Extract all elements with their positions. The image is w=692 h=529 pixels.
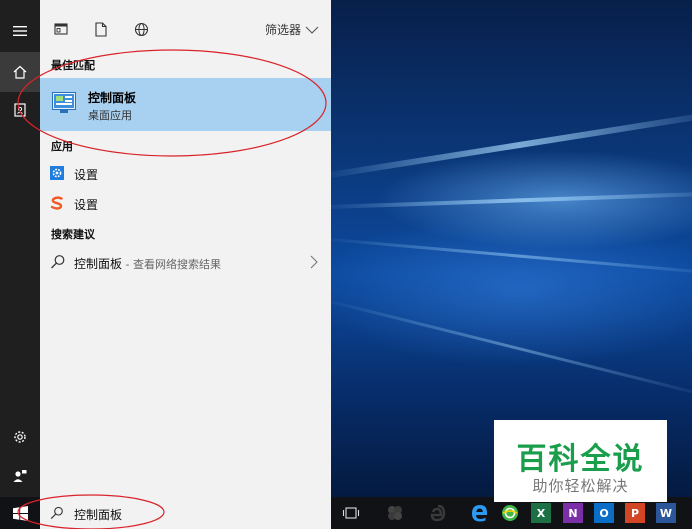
best-match-title: 控制面板 <box>88 91 137 105</box>
sogou-s-icon <box>50 196 63 210</box>
best-match-subtitle: 桌面应用 <box>88 109 132 122</box>
start-left-rail <box>0 0 40 497</box>
task-view-button[interactable] <box>341 503 361 523</box>
task-view-icon <box>342 507 360 519</box>
app-label: 设置 <box>74 198 99 212</box>
watermark-badge: 百科全说 助你轻松解决 <box>494 420 667 502</box>
taskbar-excel[interactable]: X <box>531 503 551 523</box>
search-toolbar: 筛选器 <box>40 0 331 55</box>
filter-dropdown[interactable]: 筛选器 <box>265 21 319 38</box>
360-browser-icon <box>502 505 518 521</box>
user-feedback-button[interactable] <box>0 456 40 496</box>
taskbar-app-1[interactable] <box>385 503 405 523</box>
suggestion-text: 控制面板 - 查看网络搜索结果 <box>74 255 221 272</box>
notebook-icon <box>14 103 26 117</box>
watermark-subtitle: 助你轻松解决 <box>532 477 629 495</box>
person-feedback-icon <box>13 470 27 482</box>
taskbar-word[interactable]: W <box>656 503 676 523</box>
gear-icon <box>14 431 26 443</box>
app-label: 设置 <box>74 168 99 182</box>
hamburger-menu-button[interactable] <box>0 11 40 51</box>
app-result-settings-2[interactable]: 设置 <box>40 190 331 218</box>
taskbar-search-box[interactable]: 控制面板 <box>40 497 331 529</box>
home-button[interactable] <box>0 52 40 92</box>
globe-icon <box>134 22 148 36</box>
section-search-suggestions: 搜索建议 <box>51 228 95 241</box>
app-result-settings-1[interactable]: 设置 <box>40 160 331 188</box>
excel-icon: X <box>536 506 546 520</box>
taskbar-360-browser[interactable] <box>500 503 520 523</box>
web-search-suggestion[interactable]: 控制面板 - 查看网络搜索结果 <box>40 249 331 277</box>
chevron-right-icon <box>310 255 318 269</box>
light-beam <box>329 300 692 395</box>
taskbar-outlook[interactable]: O <box>594 503 614 523</box>
search-icon <box>51 255 65 269</box>
edge-icon <box>472 505 487 522</box>
light-beam <box>329 238 692 275</box>
taskbar-app-2[interactable] <box>428 503 448 523</box>
gear-blue-icon <box>50 166 64 180</box>
control-panel-icon <box>52 92 76 113</box>
apps-icon <box>54 23 68 35</box>
app-icon <box>430 504 446 522</box>
chevron-down-icon <box>305 26 319 34</box>
hamburger-icon <box>13 26 27 36</box>
home-icon <box>13 65 27 79</box>
app-icon <box>388 506 402 520</box>
search-input-value: 控制面板 <box>74 508 123 522</box>
taskbar-edge[interactable] <box>469 503 489 523</box>
suggestion-query: 控制面板 <box>74 257 123 271</box>
suggestion-hint: - 查看网络搜索结果 <box>122 258 221 271</box>
document-icon <box>95 21 107 37</box>
light-beam <box>329 112 692 178</box>
taskbar-onenote[interactable]: N <box>563 503 583 523</box>
best-match-result-control-panel[interactable]: 控制面板 桌面应用 <box>40 78 331 131</box>
search-icon <box>50 506 63 520</box>
onenote-icon: N <box>568 506 578 520</box>
filter-label: 筛选器 <box>264 23 301 37</box>
powerpoint-icon: P <box>630 506 640 520</box>
search-results-panel: 筛选器 最佳匹配 控制面板 桌面应用 应用 设置 设置 搜索建议 控制面板 - … <box>40 0 331 497</box>
documents-filter-button[interactable] <box>92 20 110 38</box>
start-button[interactable] <box>0 497 40 529</box>
word-icon: W <box>659 506 673 520</box>
light-beam <box>329 191 692 209</box>
taskbar-powerpoint[interactable]: P <box>625 503 645 523</box>
watermark-title: 百科全说 <box>516 442 645 477</box>
windows-logo-icon <box>12 505 28 521</box>
documents-button[interactable] <box>0 90 40 130</box>
web-filter-button[interactable] <box>132 20 150 38</box>
outlook-icon: O <box>599 506 609 520</box>
settings-button[interactable] <box>0 417 40 457</box>
apps-filter-button[interactable] <box>52 20 70 38</box>
section-best-match: 最佳匹配 <box>51 59 95 72</box>
section-apps: 应用 <box>51 140 73 153</box>
